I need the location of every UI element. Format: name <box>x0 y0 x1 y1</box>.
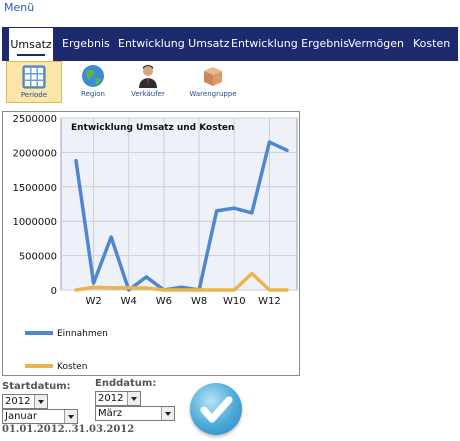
tab-vermoegen[interactable]: Vermögen <box>348 27 404 61</box>
plot-area <box>60 117 298 291</box>
date-range-text: 01.01.2012..31.03.2012 <box>2 424 135 435</box>
x-tick-label: W4 <box>121 296 137 307</box>
chevron-down-icon <box>161 407 174 420</box>
chart-title: Entwicklung Umsatz und Kosten <box>71 123 234 133</box>
chevron-down-icon <box>127 392 140 405</box>
subnav-label: Warengruppe <box>189 90 237 98</box>
y-tick-label: 1500000 <box>12 183 57 194</box>
y-tick-label: 2000000 <box>12 148 57 159</box>
chevron-down-icon <box>34 395 47 408</box>
subnav-label: Verkäufer <box>131 90 165 98</box>
x-tick-label: W2 <box>85 296 101 307</box>
tab-ergebnis[interactable]: Ergebnis <box>62 27 110 61</box>
box-icon <box>204 67 222 86</box>
sub-navigation: Periode Region Verkäufer Warengruppe <box>2 61 458 104</box>
active-tab-underline <box>17 54 45 56</box>
x-tick-label: W12 <box>258 296 281 307</box>
legend-label: Kosten <box>57 362 87 372</box>
end-year-value: 2012 <box>98 393 124 404</box>
y-tick-label: 0 <box>51 286 57 297</box>
apply-button[interactable] <box>190 383 242 435</box>
globe-icon <box>82 65 104 87</box>
start-month-value: Januar <box>5 411 37 422</box>
end-month-select[interactable]: März <box>95 406 175 421</box>
y-tick-label: 500000 <box>19 252 57 263</box>
menu-link[interactable]: Menü <box>4 1 34 14</box>
calendar-grid-icon <box>22 65 46 89</box>
x-tick-label: W10 <box>223 296 246 307</box>
start-year-select[interactable]: 2012 <box>2 394 48 409</box>
chevron-down-icon <box>64 410 77 423</box>
subnav-label: Region <box>81 90 105 98</box>
tab-umsatz[interactable]: Umsatz <box>8 27 54 61</box>
x-tick-label: W6 <box>156 296 172 307</box>
end-month-value: März <box>98 408 123 419</box>
y-tick-label: 1000000 <box>12 217 57 228</box>
line-chart: 0 500000 1000000 1500000 2000000 2500000 W2 W4 W… <box>12 114 298 372</box>
chart-panel: 0 500000 1000000 1500000 2000000 2500000 W2 W4 W… <box>2 111 300 376</box>
start-month-select[interactable]: Januar <box>2 409 78 424</box>
end-date-label: Enddatum: <box>95 378 157 389</box>
checkmark-icon <box>200 396 233 423</box>
subnav-region[interactable]: Region <box>65 61 121 103</box>
salesperson-icon <box>139 65 157 88</box>
x-tick-label: W8 <box>191 296 207 307</box>
start-date-label: Startdatum: <box>2 381 71 392</box>
start-year-value: 2012 <box>5 396 31 407</box>
tab-kosten[interactable]: Kosten <box>413 27 450 61</box>
legend-label: Einnahmen <box>57 329 108 339</box>
tab-entwicklung-umsatz[interactable]: Entwicklung Umsatz <box>118 27 230 61</box>
tab-entwicklung-ergebnis[interactable]: Entwicklung Ergebnis <box>231 27 349 61</box>
y-tick-label: 2500000 <box>12 114 57 125</box>
subnav-label: Periode <box>20 91 48 99</box>
subnav-verkaeufer[interactable]: Verkäufer <box>120 61 176 103</box>
tab-label: Umsatz <box>10 38 52 51</box>
subnav-warengruppe[interactable]: Warengruppe <box>182 61 244 103</box>
tab-bar: Umsatz Ergebnis Entwicklung Umsatz Entwi… <box>2 27 458 61</box>
subnav-periode[interactable]: Periode <box>6 61 62 103</box>
end-year-select[interactable]: 2012 <box>95 391 141 406</box>
